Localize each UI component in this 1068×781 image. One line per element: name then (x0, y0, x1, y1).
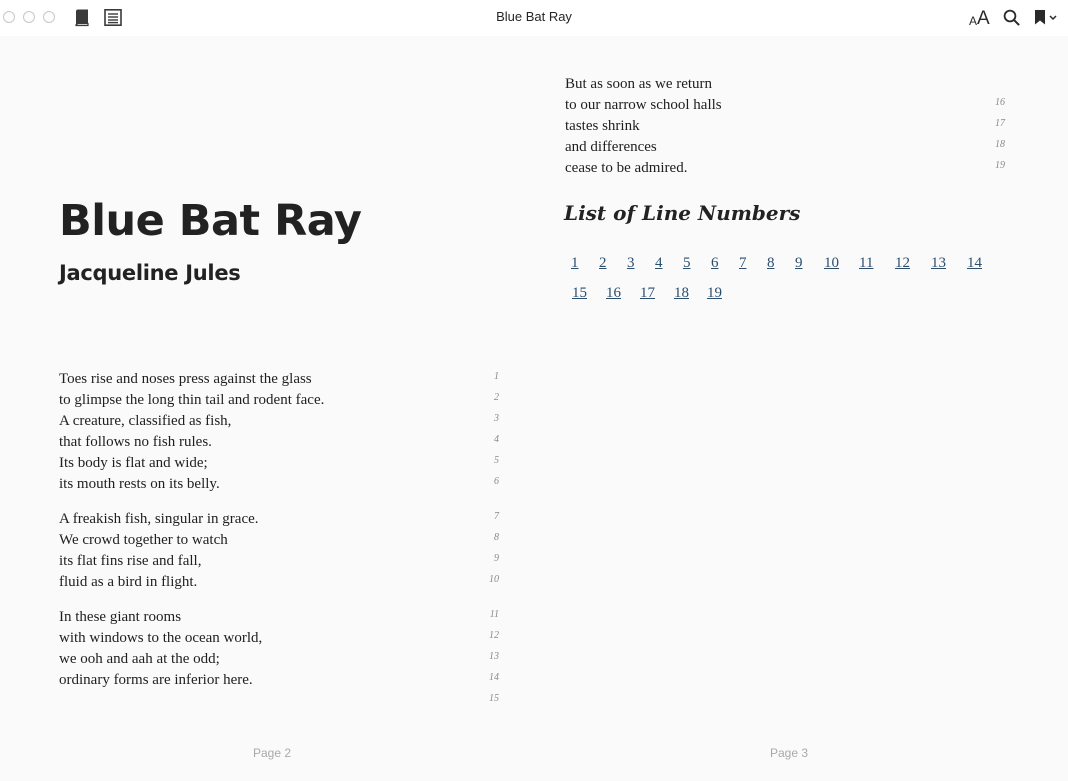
poem-line: Toes rise and noses press against the gl… (59, 369, 501, 390)
line-number-link[interactable]: 4 (655, 255, 663, 272)
poem-line-text: to our narrow school halls (565, 97, 722, 113)
line-number-link[interactable]: 12 (895, 255, 910, 272)
line-number: 2 (494, 392, 499, 403)
line-number: 16 (995, 97, 1005, 108)
line-number: 10 (489, 574, 499, 585)
font-size-small-a: A (969, 14, 978, 28)
line-number: 4 (494, 434, 499, 445)
poem-line-text: its flat fins rise and fall, (59, 553, 202, 569)
poem-line-text: we ooh and aah at the odd; (59, 651, 220, 667)
line-number-link[interactable]: 1 (571, 255, 579, 272)
line-number-link[interactable]: 15 (572, 285, 587, 302)
font-size-large-a: A (977, 8, 990, 29)
poem-line-text: A creature, classified as fish, (59, 413, 232, 429)
poem-line-text: A freakish fish, singular in grace. (59, 511, 259, 527)
page-number-left: Page 2 (253, 746, 292, 760)
poem-line: its flat fins rise and fall, 9 (59, 551, 501, 572)
poem-line: But as soon as we return (565, 74, 1007, 95)
line-number: 5 (494, 455, 499, 466)
font-size-icon[interactable]: A A (966, 6, 994, 30)
line-number-link[interactable]: 2 (599, 255, 607, 272)
book-title: Blue Bat Ray (59, 196, 362, 246)
book-author: Jacqueline Jules (59, 261, 241, 285)
line-number-link[interactable]: 8 (767, 255, 775, 272)
poem-line: In these giant rooms 11 (59, 607, 501, 628)
line-number-link[interactable]: 16 (606, 285, 621, 302)
line-number-link[interactable]: 6 (711, 255, 719, 272)
poem-line: that follows no fish rules. 4 (59, 432, 501, 453)
line-number: 13 (489, 651, 499, 662)
poem-line-text: its mouth rests on its belly. (59, 476, 220, 492)
line-number-link[interactable]: 3 (627, 255, 635, 272)
line-number: 18 (995, 139, 1005, 150)
poem-line-text: that follows no fish rules. (59, 434, 212, 450)
line-number: 7 (494, 511, 499, 522)
search-icon[interactable] (1003, 9, 1020, 26)
poem-line: cease to be admired. 19 (565, 158, 1007, 179)
line-numbers-heading: List of Line Numbers (564, 201, 801, 225)
poem-line: A freakish fish, singular in grace. 7 (59, 509, 501, 530)
line-number: 19 (995, 160, 1005, 171)
poem-line: and differences 18 (565, 137, 1007, 158)
line-number-link[interactable]: 11 (859, 255, 873, 272)
poem-line-text: and differences (565, 139, 657, 155)
line-number: 11 (489, 609, 499, 620)
line-number: 15 (489, 693, 499, 704)
poem-line-text: We crowd together to watch (59, 532, 228, 548)
chevron-down-icon (1049, 15, 1057, 21)
poem-line-text: with windows to the ocean world, (59, 630, 263, 646)
bookmark-icon[interactable] (1034, 9, 1060, 26)
line-number: 12 (489, 630, 499, 641)
poem-line-text: cease to be admired. (565, 160, 688, 176)
poem-line: to our narrow school halls 16 (565, 95, 1007, 116)
line-number-link[interactable]: 19 (707, 285, 722, 302)
line-number: 17 (995, 118, 1005, 129)
line-number-link[interactable]: 9 (795, 255, 803, 272)
poem-line-text: to glimpse the long thin tail and rodent… (59, 392, 325, 408)
line-number-link[interactable]: 14 (967, 255, 982, 272)
line-number-link[interactable]: 7 (739, 255, 747, 272)
line-number: 1 (494, 371, 499, 382)
poem-line: we ooh and aah at the odd; 13 (59, 649, 501, 670)
poem-line: 15 (59, 691, 501, 712)
line-number: 14 (489, 672, 499, 683)
line-number-link[interactable]: 17 (640, 285, 655, 302)
poem-line: with windows to the ocean world, 12 (59, 628, 501, 649)
poem-line: fluid as a bird in flight. 10 (59, 572, 501, 593)
line-number-link[interactable]: 5 (683, 255, 691, 272)
poem-line-text: In these giant rooms (59, 609, 182, 625)
poem-line: We crowd together to watch 8 (59, 530, 501, 551)
line-number: 3 (494, 413, 499, 424)
poem-line: Its body is flat and wide; 5 (59, 453, 501, 474)
poem-line-text: Its body is flat and wide; (59, 455, 208, 471)
poem-line: its mouth rests on its belly. 6 (59, 474, 501, 495)
poem-line-text: ordinary forms are inferior here. (59, 672, 253, 688)
toolbar: Blue Bat Ray A A (0, 0, 1068, 36)
poem-line-text: But as soon as we return (565, 76, 713, 92)
poem-line: ordinary forms are inferior here. 14 (59, 670, 501, 691)
line-number: 8 (494, 532, 499, 543)
line-number: 6 (494, 476, 499, 487)
poem-line-text: Toes rise and noses press against the gl… (59, 371, 312, 387)
poem-line: tastes shrink 17 (565, 116, 1007, 137)
page-number-right: Page 3 (770, 746, 809, 760)
poem-line: A creature, classified as fish, 3 (59, 411, 501, 432)
poem-line: to glimpse the long thin tail and rodent… (59, 390, 501, 411)
window-title: Blue Bat Ray (496, 9, 572, 24)
line-number: 9 (494, 553, 499, 564)
line-number-link[interactable]: 10 (824, 255, 839, 272)
line-number-link[interactable]: 13 (931, 255, 946, 272)
line-number-link[interactable]: 18 (674, 285, 689, 302)
poem-line-text: tastes shrink (565, 118, 640, 134)
poem-line-text: fluid as a bird in flight. (59, 574, 198, 590)
